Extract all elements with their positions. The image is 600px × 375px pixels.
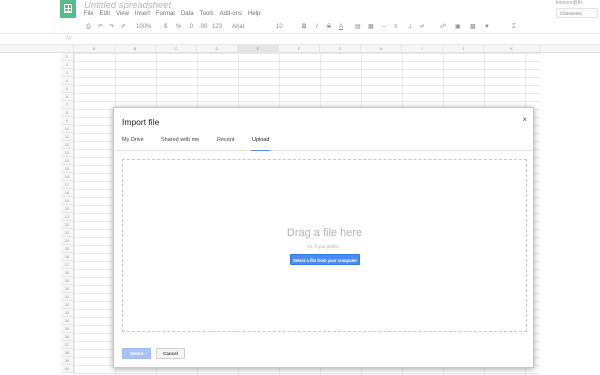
dialog-tabs: My Drive Shared with me Recent Upload: [114, 134, 533, 151]
close-icon[interactable]: ×: [522, 116, 527, 124]
or-text: Or, if you prefer...: [307, 244, 342, 249]
tab-upload[interactable]: Upload: [250, 137, 271, 151]
select-button[interactable]: Select: [122, 348, 151, 359]
dialog-title: Import file: [122, 117, 160, 127]
tab-shared-with-me[interactable]: Shared with me: [161, 137, 199, 150]
select-file-button[interactable]: Select a file from your computer: [290, 254, 360, 265]
cancel-button[interactable]: Cancel: [156, 348, 185, 359]
file-drop-zone[interactable]: Drag a file here Or, if you prefer... Se…: [122, 159, 527, 332]
tab-recent[interactable]: Recent: [217, 137, 234, 150]
tab-my-drive[interactable]: My Drive: [122, 137, 144, 150]
import-file-dialog: Import file × My Drive Shared with me Re…: [113, 107, 534, 368]
drag-file-text: Drag a file here: [286, 227, 363, 239]
